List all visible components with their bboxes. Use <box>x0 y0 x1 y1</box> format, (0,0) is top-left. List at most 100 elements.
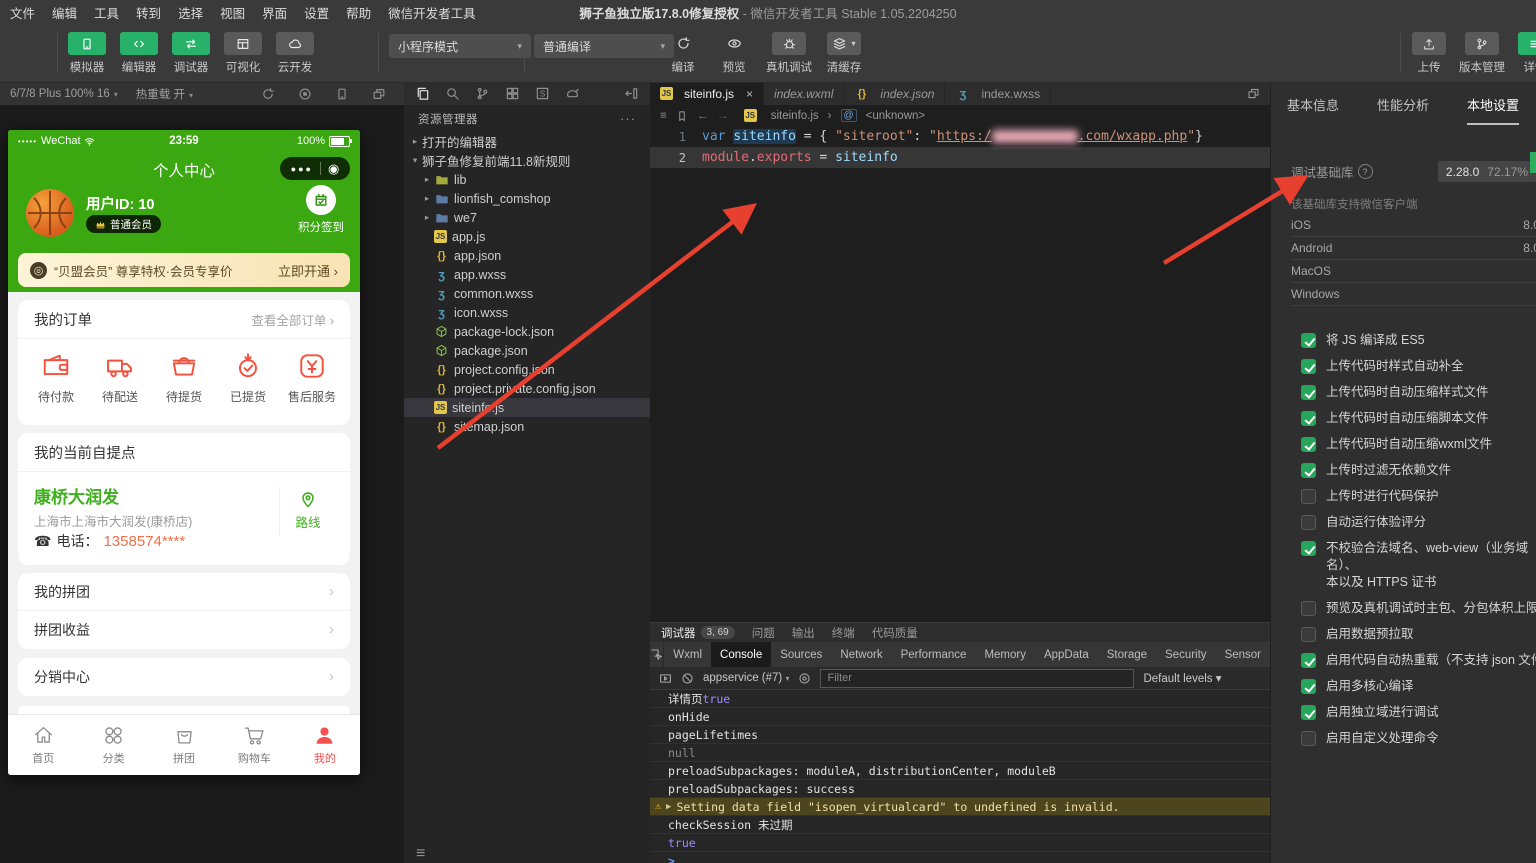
setting-option[interactable]: 上传代码时自动压缩样式文件 <box>1301 384 1536 401</box>
settings-tab-本地设置[interactable]: 本地设置 <box>1467 95 1520 125</box>
breadcrumb-symbol[interactable]: <unknown> <box>866 110 925 122</box>
setting-option[interactable]: 上传时进行代码保护 <box>1301 488 1536 505</box>
nav-back-icon[interactable]: ← <box>697 110 709 122</box>
play-panel-icon[interactable] <box>659 672 672 685</box>
editor-tab-siteinfo.js[interactable]: JS siteinfo.js × <box>650 82 765 105</box>
tree-item-sitemap.json[interactable]: {} sitemap.json <box>404 417 650 436</box>
console-filter-input[interactable] <box>820 668 1135 688</box>
tab-我的[interactable]: 我的 <box>290 715 360 775</box>
expand-arrow-icon[interactable]: ▶ <box>666 802 671 812</box>
list-icon[interactable]: ≡ <box>660 110 667 122</box>
menu-item-我的拼团[interactable]: 我的拼团 › <box>18 573 350 611</box>
compile-mode-select[interactable]: 普通编译 ▾ <box>534 34 674 58</box>
code-line[interactable]: 2 module. exports = siteinfo <box>650 147 1270 168</box>
setting-option[interactable]: 上传代码时自动压缩wxml文件 <box>1301 436 1536 453</box>
console-prompt[interactable]: > <box>650 852 1270 863</box>
setting-option[interactable]: 启用数据预拉取 <box>1301 626 1536 643</box>
setting-option[interactable]: 启用多核心编译 <box>1301 678 1536 695</box>
setting-option[interactable]: 自动运行体验评分 <box>1301 514 1536 531</box>
action-上传[interactable]: 上传 <box>1410 32 1448 75</box>
close-tab-icon[interactable]: × <box>746 87 753 101</box>
tab-分类[interactable]: 分类 <box>78 715 148 775</box>
checkbox-checked-icon[interactable] <box>1301 385 1316 400</box>
setting-option[interactable]: 启用自定义处理命令 <box>1301 730 1536 747</box>
checkbox-checked-icon[interactable] <box>1301 333 1316 348</box>
outline-list-icon[interactable]: ≡ <box>416 845 425 863</box>
git-branch-icon[interactable] <box>475 86 490 101</box>
action-预览[interactable]: 预览 <box>715 32 753 75</box>
menu-item[interactable]: 编辑 <box>52 3 77 22</box>
settings-tab-性能分析[interactable]: 性能分析 <box>1377 95 1429 125</box>
devtools-tab-Memory[interactable]: Memory <box>975 642 1035 667</box>
devtools-tab-Network[interactable]: Network <box>831 642 891 667</box>
record-icon[interactable] <box>298 87 312 101</box>
tree-item-打开的编辑器[interactable]: ▸ 打开的编辑器 <box>404 132 650 151</box>
tree-item-lionfish_comshop[interactable]: ▸ lionfish_comshop <box>404 189 650 208</box>
setting-option[interactable]: 预览及真机调试时主包、分包体积上限调整 <box>1301 600 1536 617</box>
tree-item-we7[interactable]: ▸ we7 <box>404 208 650 227</box>
mode-select[interactable]: 小程序模式 ▾ <box>389 34 531 58</box>
route-button[interactable]: 路线 <box>279 487 336 535</box>
extensions-icon[interactable] <box>505 86 520 101</box>
checkbox-checked-icon[interactable] <box>1301 411 1316 426</box>
order-item-待提货[interactable]: 待提货 <box>152 351 216 405</box>
checkbox-unchecked-icon[interactable] <box>1301 515 1316 530</box>
wechat-capsule[interactable]: ●●● ◉ <box>280 157 350 180</box>
hot-reload-toggle[interactable]: 热重载 开 ▾ <box>136 86 193 102</box>
device-select[interactable]: 6/7/8 Plus 100% 16 ▾ <box>10 88 118 100</box>
menu-item-拼团收益[interactable]: 拼团收益 › <box>18 611 350 648</box>
tree-item-icon.wxss[interactable]: ʒ icon.wxss <box>404 303 650 322</box>
setting-option[interactable]: 启用代码自动热重载（不支持 json 文件） <box>1301 652 1536 669</box>
tree-item-siteinfo.js[interactable]: JS siteinfo.js <box>404 398 650 417</box>
devtools-tab-Sensor[interactable]: Sensor <box>1216 642 1270 667</box>
search-icon[interactable] <box>445 86 460 101</box>
multi-window-icon[interactable] <box>372 87 386 101</box>
split-editor-icon[interactable] <box>1247 87 1270 100</box>
devtools-tab-Performance[interactable]: Performance <box>892 642 976 667</box>
setting-option[interactable]: 上传时过滤无依赖文件 <box>1301 462 1536 479</box>
menu-item[interactable]: 工具 <box>94 3 119 22</box>
menu-item[interactable]: 设置 <box>304 3 329 22</box>
refresh-icon[interactable] <box>261 87 275 101</box>
panel-tab-输出[interactable]: 输出 <box>792 625 815 641</box>
panel-tab-代码质量[interactable]: 代码质量 <box>872 625 918 641</box>
action-详情[interactable]: 详情 <box>1516 32 1536 75</box>
code-line[interactable]: 1 var siteinfo = { "siteroot": " https:/.c… <box>650 126 1270 147</box>
store-phone-number[interactable]: 1358574**** <box>103 533 185 550</box>
menu-item[interactable]: 帮助 <box>346 3 371 22</box>
console-warning-line[interactable]: ⚠ ▶ Setting data field "isopen_virtualcard… <box>650 798 1270 816</box>
devtools-tab-Wxml[interactable]: Wxml <box>664 642 711 667</box>
action-真机调试[interactable]: 真机调试 <box>766 32 812 75</box>
menu-item-分销中心[interactable]: 分销中心 › <box>18 658 350 695</box>
menu-item[interactable]: 界面 <box>262 3 287 22</box>
checkbox-checked-icon[interactable] <box>1301 653 1316 668</box>
vip-open-button[interactable]: 立即开通 › <box>278 261 338 280</box>
menu-item[interactable]: 视图 <box>220 3 245 22</box>
menu-item[interactable]: 文件 <box>10 3 35 22</box>
checkbox-unchecked-icon[interactable] <box>1301 731 1316 746</box>
tree-item-package.json[interactable]: package.json <box>404 341 650 360</box>
tab-首页[interactable]: 首页 <box>8 715 78 775</box>
tree-item-package-lock.json[interactable]: package-lock.json <box>404 322 650 341</box>
base-library-select[interactable]: 2.28.0 72.17% <box>1437 161 1536 182</box>
checkbox-unchecked-icon[interactable] <box>1301 627 1316 642</box>
code-area[interactable]: 1 var siteinfo = { "siteroot": " https:/.c… <box>650 126 1270 168</box>
explorer-more-button[interactable]: ··· <box>620 111 636 126</box>
log-levels-select[interactable]: Default levels ▾ <box>1143 671 1221 685</box>
setting-option[interactable]: 将 JS 编译成 ES5 <box>1301 332 1536 349</box>
editor-tab-index.json[interactable]: {} index.json <box>844 82 946 105</box>
cloud-whale-icon[interactable] <box>565 86 580 101</box>
editor-tab-index.wxml[interactable]: index.wxml <box>764 82 845 105</box>
checkbox-checked-icon[interactable] <box>1301 437 1316 452</box>
view-all-orders-link[interactable]: 查看全部订单 › <box>251 310 334 329</box>
tree-item-狮子鱼修复前端11.8新规则[interactable]: ▾ 狮子鱼修复前端11.8新规则 <box>404 151 650 170</box>
panel-tab-终端[interactable]: 终端 <box>832 625 855 641</box>
files-icon[interactable] <box>415 86 430 101</box>
menu-item[interactable]: 选择 <box>178 3 203 22</box>
order-item-售后服务[interactable]: 售后服务 <box>280 351 344 405</box>
order-item-待付款[interactable]: 待付款 <box>24 351 88 405</box>
tree-item-lib[interactable]: ▸ lib <box>404 170 650 189</box>
checkbox-checked-icon[interactable] <box>1301 705 1316 720</box>
signin-button[interactable]: 积分签到 <box>298 185 344 235</box>
order-item-待配送[interactable]: 待配送 <box>88 351 152 405</box>
